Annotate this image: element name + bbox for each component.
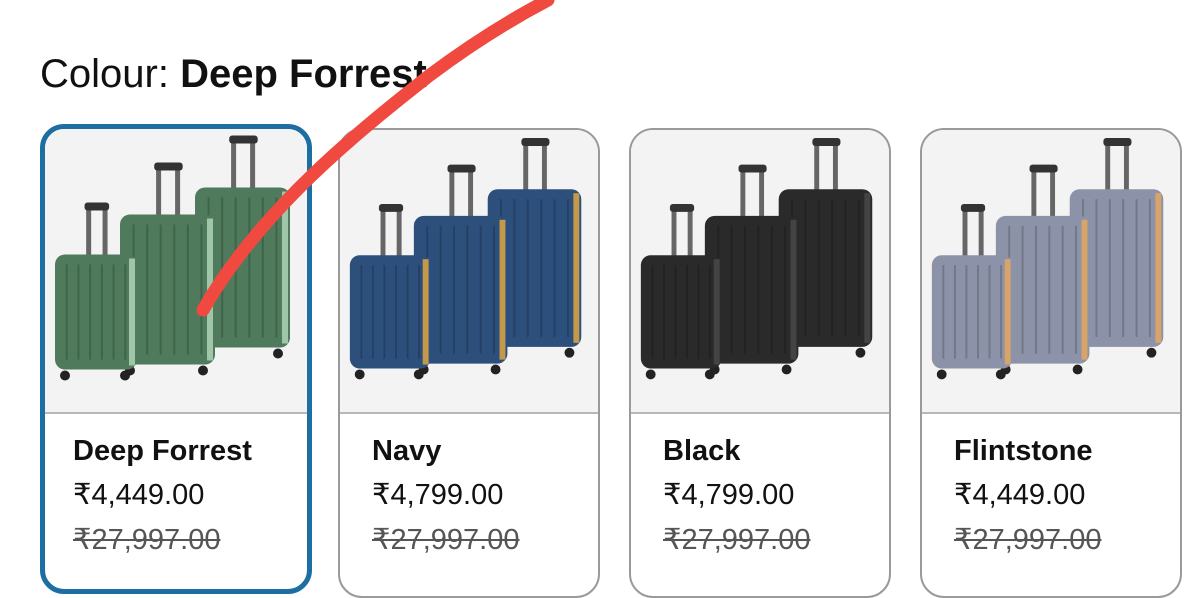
luggage-image-flintstone — [922, 130, 1180, 414]
luggage-image-black — [631, 130, 889, 414]
swatch-price: ₹4,799.00 — [372, 479, 504, 511]
colour-label-prefix: Colour: — [40, 52, 169, 96]
colour-swatch-flintstone[interactable]: Flintstone ₹4,449.00 ₹27,997.00 — [920, 128, 1182, 598]
luggage-set-image — [931, 138, 1164, 380]
luggage-set-image — [349, 138, 582, 380]
luggage-set-image — [640, 138, 873, 380]
luggage-image-navy — [340, 130, 598, 414]
swatch-mrp: ₹27,997.00 — [73, 524, 221, 556]
colour-label: Colour: Deep Forrest — [40, 46, 427, 102]
swatch-name: Flintstone — [954, 435, 1093, 467]
swatch-price: ₹4,449.00 — [73, 479, 205, 511]
swatch-price: ₹4,449.00 — [954, 479, 1086, 511]
swatch-name: Navy — [372, 435, 442, 467]
swatch-name: Black — [663, 435, 741, 467]
luggage-set-image — [55, 135, 290, 381]
swatch-mrp: ₹27,997.00 — [663, 524, 811, 556]
swatch-mrp: ₹27,997.00 — [372, 524, 520, 556]
swatch-mrp: ₹27,997.00 — [954, 524, 1102, 556]
colour-swatch-black[interactable]: Black ₹4,799.00 ₹27,997.00 — [629, 128, 891, 598]
colour-swatch-deep-forrest[interactable]: Deep Forrest ₹4,449.00 ₹27,997.00 — [40, 124, 312, 594]
swatch-price: ₹4,799.00 — [663, 479, 795, 511]
colour-swatch-navy[interactable]: Navy ₹4,799.00 ₹27,997.00 — [338, 128, 600, 598]
luggage-image-deep-forrest — [45, 129, 307, 414]
swatch-name: Deep Forrest — [73, 435, 252, 467]
selected-colour-name: Deep Forrest — [180, 52, 427, 96]
